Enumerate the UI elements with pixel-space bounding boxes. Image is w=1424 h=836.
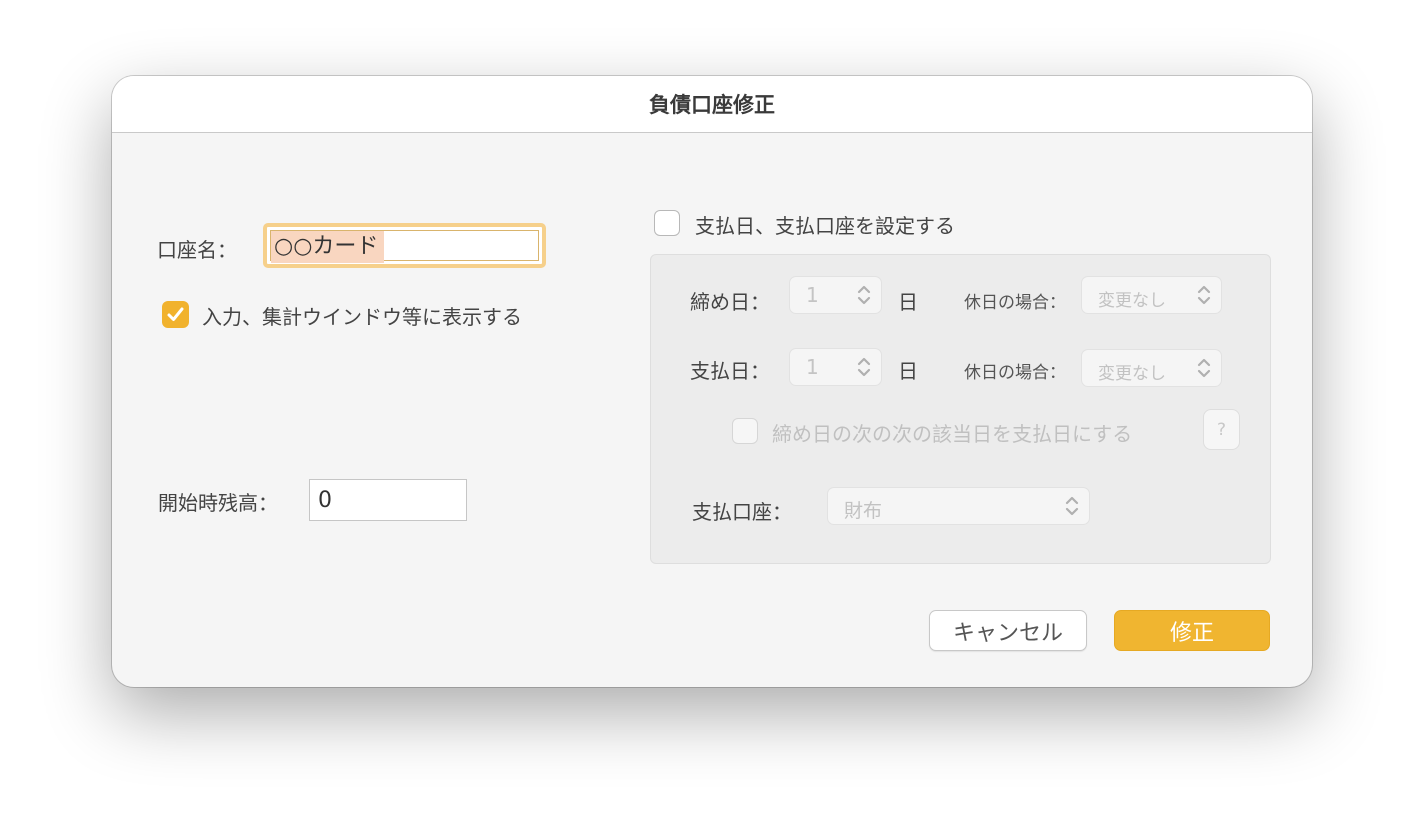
checkmark-icon (167, 307, 184, 321)
account-name-input[interactable]: ○○カード (263, 223, 546, 268)
payment-holiday-value: 変更なし (1098, 364, 1166, 384)
closing-holiday-label: 休日の場合： (964, 293, 1066, 313)
opening-balance-input[interactable]: 0 (309, 479, 467, 521)
updown-chevron-icon (1197, 358, 1211, 378)
dialog-title: 負債口座修正 (649, 93, 775, 117)
payment-day-unit: 日 (898, 359, 918, 383)
title-bar: 負債口座修正 (112, 76, 1312, 133)
updown-chevron-icon (857, 357, 871, 377)
closing-day-unit: 日 (898, 290, 918, 314)
payment-holiday-label: 休日の場合： (964, 363, 1066, 383)
closing-holiday-value: 変更なし (1098, 291, 1166, 311)
payment-day-label: 支払日： (690, 359, 770, 383)
next-next-checkbox[interactable] (732, 418, 758, 444)
account-name-label: 口座名： (157, 238, 237, 262)
closing-holiday-popup[interactable]: 変更なし (1081, 276, 1222, 314)
closing-day-stepper[interactable]: 1 (789, 276, 882, 314)
payment-day-value: 1 (806, 355, 819, 379)
closing-day-label: 締め日： (690, 290, 770, 314)
updown-chevron-icon (1197, 285, 1211, 305)
updown-chevron-icon (1065, 496, 1079, 516)
show-in-windows-label: 入力、集計ウインドウ等に表示する (202, 305, 522, 329)
payment-holiday-popup[interactable]: 変更なし (1081, 349, 1222, 387)
help-button[interactable]: ? (1203, 409, 1240, 450)
cancel-button[interactable]: キャンセル (929, 610, 1087, 651)
payment-account-value: 財布 (844, 500, 883, 522)
closing-day-value: 1 (806, 283, 819, 307)
payment-account-label: 支払口座： (692, 500, 792, 524)
account-name-value: ○○カード (271, 231, 385, 263)
updown-chevron-icon (857, 285, 871, 305)
show-in-windows-checkbox[interactable] (162, 301, 189, 328)
payment-account-popup[interactable]: 財布 (827, 487, 1090, 525)
next-next-label: 締め日の次の次の該当日を支払日にする (772, 422, 1133, 446)
dialog-window: 負債口座修正 口座名： ○○カード 入力、集計ウインドウ等に表示する 開始時残高… (112, 76, 1312, 687)
payment-settings-label: 支払日、支払口座を設定する (695, 214, 955, 238)
payment-day-stepper[interactable]: 1 (789, 348, 882, 386)
opening-balance-label: 開始時残高： (158, 491, 278, 515)
modify-button[interactable]: 修正 (1114, 610, 1270, 651)
payment-settings-checkbox[interactable] (654, 210, 680, 236)
